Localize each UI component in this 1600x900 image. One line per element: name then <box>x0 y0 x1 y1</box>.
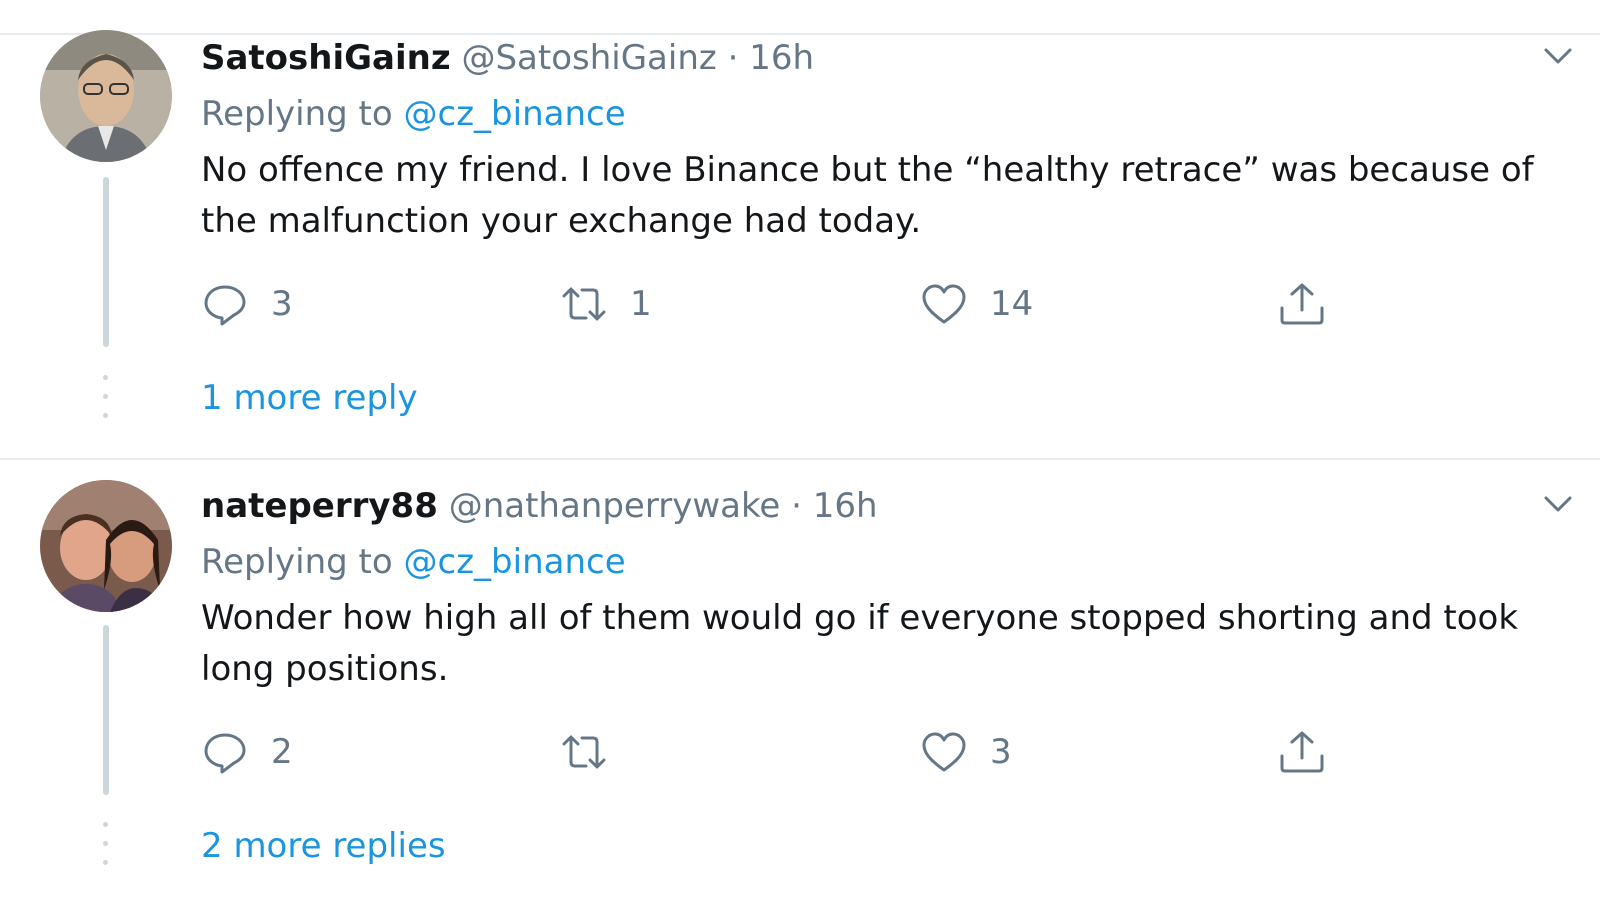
heart-icon <box>922 284 966 324</box>
share-upload-icon <box>1280 731 1324 773</box>
tweet-header: SatoshiGainz @SatoshiGainz · 16h <box>201 36 814 80</box>
retweet-button[interactable]: 1 <box>560 278 652 330</box>
more-replies-link[interactable]: 2 more replies <box>201 826 446 866</box>
timestamp[interactable]: 16h <box>813 486 878 526</box>
avatar[interactable] <box>40 480 172 612</box>
user-handle[interactable]: @SatoshiGainz <box>461 38 716 78</box>
replying-prefix: Replying to <box>201 542 393 582</box>
reply-button[interactable]: 2 <box>201 726 293 778</box>
like-button[interactable]: 14 <box>920 278 1033 330</box>
reply-count: 2 <box>271 732 293 772</box>
like-count: 14 <box>990 284 1034 324</box>
speech-bubble-icon <box>204 285 246 326</box>
display-name[interactable]: nateperry88 <box>201 486 438 526</box>
thread-dots <box>103 375 109 432</box>
retweet-button[interactable] <box>560 726 630 778</box>
retweet-arrows-icon <box>562 287 606 321</box>
more-replies-link[interactable]: 1 more reply <box>201 378 418 418</box>
reply-button[interactable]: 3 <box>201 278 293 330</box>
heart-icon <box>922 732 966 772</box>
like-count: 3 <box>990 732 1012 772</box>
chevron-down-icon[interactable] <box>1540 38 1576 74</box>
thread-line <box>103 177 109 347</box>
chevron-down-icon[interactable] <box>1540 486 1576 522</box>
replying-to: Replying to @cz_binance <box>201 92 626 136</box>
tweet-1: SatoshiGainz @SatoshiGainz · 16h Replyin… <box>0 0 1600 458</box>
share-button[interactable] <box>1278 726 1326 778</box>
tweet-text: No offence my friend. I love Binance but… <box>201 150 1534 241</box>
separator: · <box>791 486 802 526</box>
replying-prefix: Replying to <box>201 94 393 134</box>
timestamp[interactable]: 16h <box>749 38 814 78</box>
separator: · <box>727 38 739 78</box>
retweet-count: 1 <box>630 284 652 324</box>
tweet-2: nateperry88 @nathanperrywake · 16h Reply… <box>0 460 1600 900</box>
reply-count: 3 <box>271 284 293 324</box>
avatar[interactable] <box>40 30 172 162</box>
thread-dots <box>103 822 109 879</box>
mention-link[interactable]: @cz_binance <box>404 94 626 134</box>
replying-to: Replying to @cz_binance <box>201 540 626 584</box>
thread-line <box>103 625 109 795</box>
tweet-header: nateperry88 @nathanperrywake · 16h <box>201 484 878 528</box>
tweet-text: Wonder how high all of them would go if … <box>201 598 1519 689</box>
mention-link[interactable]: @cz_binance <box>404 542 626 582</box>
user-handle[interactable]: @nathanperrywake <box>449 486 781 526</box>
display-name[interactable]: SatoshiGainz <box>201 38 451 78</box>
share-upload-icon <box>1280 283 1324 325</box>
retweet-arrows-icon <box>562 735 606 769</box>
speech-bubble-icon <box>204 733 246 774</box>
like-button[interactable]: 3 <box>920 726 1012 778</box>
share-button[interactable] <box>1278 278 1326 330</box>
